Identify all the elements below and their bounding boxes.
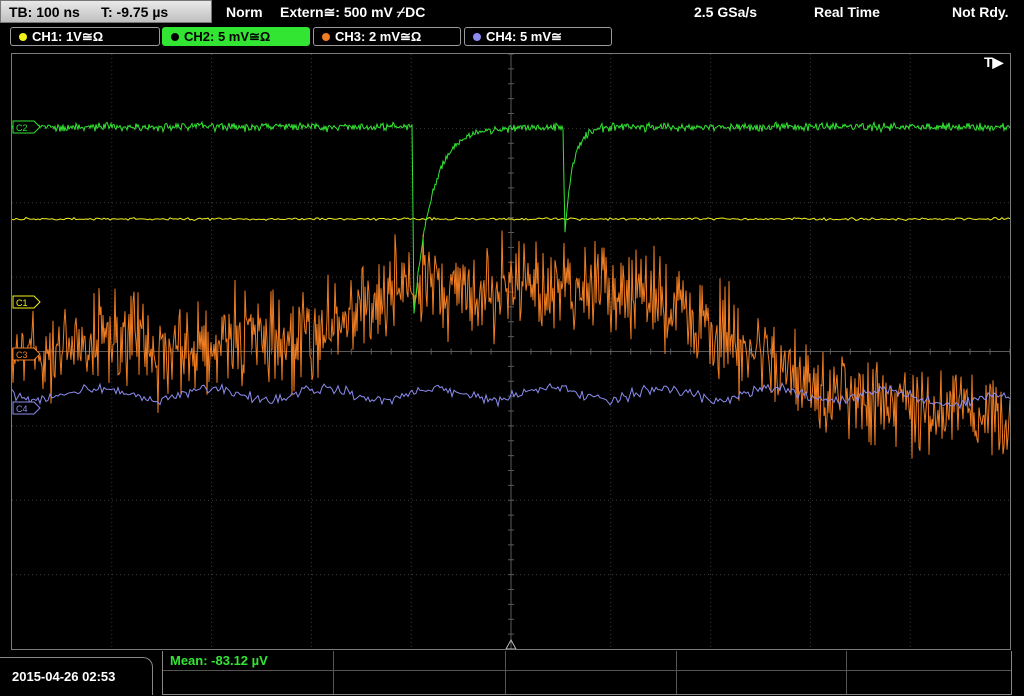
measurement-mean: Mean: -83.12 µV [170,653,268,668]
measurement-panel[interactable]: Mean: -83.12 µV [162,651,1012,695]
trigger-mode[interactable]: Norm [226,2,263,22]
channel-1-label: CH1: 1V≅Ω [32,29,104,44]
trigger-time-value: T: -9.75 µs [101,4,169,20]
waveform-display[interactable]: C2 C1 C3 C4 [11,53,1011,650]
graticule [12,54,1010,649]
measurement-cell-divider [676,651,677,694]
measurement-cell-divider [333,651,334,694]
waveform-svg: C2 C1 C3 C4 [12,54,1010,649]
reference-marker-c1: C1 [12,295,41,309]
reference-marker-c2: C2 [12,120,41,134]
channel-4-label: CH4: 5 mV≅ [486,29,562,44]
channel-3-button[interactable]: CH3: 2 mV≅Ω [313,27,461,46]
trigger-source[interactable]: Extern≅: 500 mV ⌿DC [280,2,425,22]
channel-2-label: CH2: 5 mV≅Ω [184,29,271,44]
channel-3-dot-icon [322,33,330,41]
channel-4-button[interactable]: CH4: 5 mV≅ [464,27,612,46]
measurement-cell-divider [846,651,847,694]
reference-marker-label: C2 [16,123,28,133]
measurement-cell-divider [505,651,506,694]
timebase-panel[interactable]: TB: 100 ns T: -9.75 µs [0,0,212,23]
reference-marker-c4: C4 [12,401,41,415]
channel-1-dot-icon [19,33,27,41]
reference-marker-label: C4 [16,404,28,414]
channel-bar: CH1: 1V≅Ω CH2: 5 mV≅Ω CH3: 2 mV≅Ω CH4: 5… [0,25,1024,49]
acquisition-status: Not Rdy. [952,4,1009,20]
reference-marker-c3: C3 [12,347,41,361]
reference-marker-label: C1 [16,298,28,308]
status-bar: TB: 100 ns T: -9.75 µs Norm Extern≅: 500… [0,0,1024,25]
sample-rate: 2.5 GSa/s [694,4,758,20]
channel-2-button[interactable]: CH2: 5 mV≅Ω [162,27,310,46]
trigger-position-marker: T▶ [984,54,1004,70]
channel-reference-markers: C2 C1 C3 C4 [12,120,517,649]
channel-3-label: CH3: 2 mV≅Ω [335,29,422,44]
channel-2-dot-icon [171,33,179,41]
acquisition-mode: Real Time [814,4,880,20]
timebase-value: TB: 100 ns [9,4,80,20]
datetime-display: 2015-04-26 02:53 [0,657,153,695]
channel-4-dot-icon [473,33,481,41]
channel-1-button[interactable]: CH1: 1V≅Ω [10,27,160,46]
measurement-row-divider [163,670,1011,671]
reference-marker-label: C3 [16,350,28,360]
